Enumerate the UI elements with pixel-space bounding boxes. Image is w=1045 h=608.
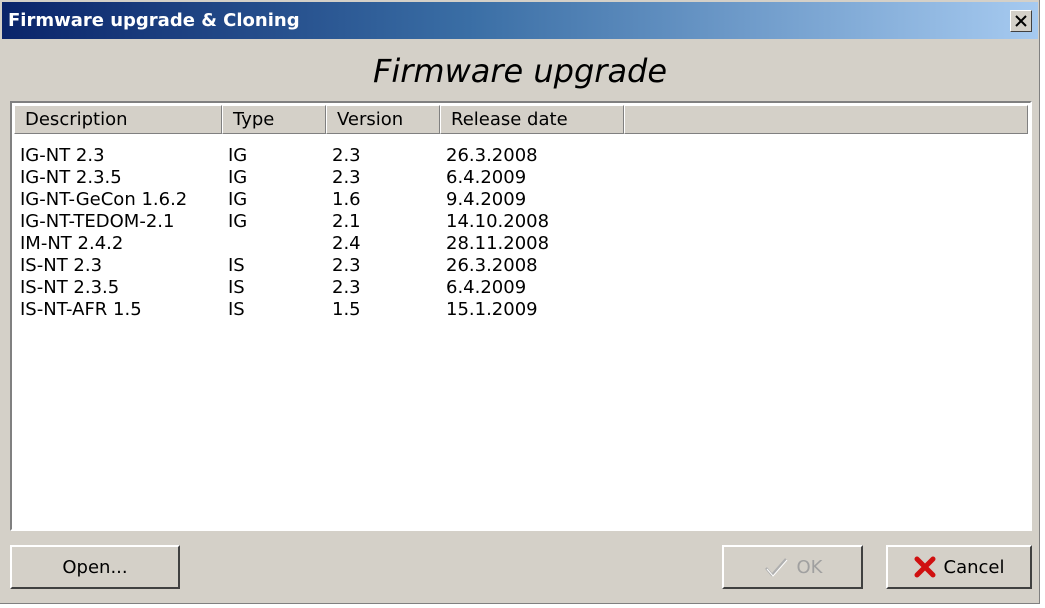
- cell-type: IG: [228, 211, 248, 232]
- cell-type: IG: [228, 167, 248, 188]
- cell-type: IS: [228, 299, 245, 320]
- close-button[interactable]: [1010, 10, 1032, 32]
- cell-release-date: 28.11.2008: [446, 233, 550, 254]
- open-button-label: Open...: [62, 556, 128, 578]
- cell-version: 2.4: [332, 233, 361, 254]
- checkmark-icon: [764, 558, 787, 577]
- cancel-button-label: Cancel: [943, 556, 1005, 578]
- cell-release-date: 14.10.2008: [446, 211, 550, 232]
- cell-version: 2.3: [332, 145, 361, 166]
- cell-description: IM-NT 2.4.2: [20, 233, 124, 254]
- column-header-release-date[interactable]: Release date: [440, 105, 624, 134]
- cell-type: IS: [228, 255, 245, 276]
- red-x-icon: [914, 556, 935, 578]
- cell-release-date: 26.3.2008: [446, 255, 538, 276]
- cell-release-date: 9.4.2009: [446, 189, 527, 210]
- cell-version: 2.3: [332, 167, 361, 188]
- list-header: Description Type Version Release date: [14, 105, 1028, 134]
- list-row[interactable]: IM-NT 2.4.2 2.4 28.11.2008: [20, 233, 620, 255]
- cell-type: IG: [228, 145, 248, 166]
- list-row[interactable]: IG-NT 2.3.5 IG 2.3 6.4.2009: [20, 167, 620, 189]
- ok-button[interactable]: OK: [722, 545, 863, 589]
- cell-description: IG-NT-TEDOM-2.1: [20, 211, 175, 232]
- column-header-type[interactable]: Type: [222, 105, 326, 134]
- cell-release-date: 6.4.2009: [446, 167, 527, 188]
- list-row[interactable]: IS-NT-AFR 1.5 IS 1.5 15.1.2009: [20, 299, 620, 321]
- cell-description: IG-NT 2.3: [20, 145, 105, 166]
- firmware-dialog: Firmware upgrade & Cloning Firmware upgr…: [0, 0, 1040, 604]
- list-rows: IG-NT 2.3 IG 2.3 26.3.2008 IG-NT 2.3.5 I…: [20, 145, 620, 321]
- cell-version: 2.3: [332, 255, 361, 276]
- column-header-description[interactable]: Description: [14, 105, 222, 134]
- cell-version: 1.6: [332, 189, 361, 210]
- cell-type: IG: [228, 189, 248, 210]
- cell-version: 2.3: [332, 277, 361, 298]
- cell-release-date: 26.3.2008: [446, 145, 538, 166]
- cell-description: IS-NT 2.3: [20, 255, 103, 276]
- cell-release-date: 15.1.2009: [446, 299, 538, 320]
- column-header-filler: [624, 105, 1028, 134]
- cell-version: 1.5: [332, 299, 361, 320]
- cell-release-date: 6.4.2009: [446, 277, 527, 298]
- title-bar[interactable]: Firmware upgrade & Cloning: [2, 2, 1038, 39]
- window-title: Firmware upgrade & Cloning: [8, 10, 300, 31]
- list-row[interactable]: IG-NT-GeCon 1.6.2 IG 1.6 9.4.2009: [20, 189, 620, 211]
- ok-button-label: OK: [796, 556, 823, 578]
- page-heading: Firmware upgrade: [372, 52, 668, 90]
- firmware-list[interactable]: Description Type Version Release date IG…: [10, 101, 1032, 531]
- cell-description: IG-NT 2.3.5: [20, 167, 122, 188]
- cell-description: IS-NT 2.3.5: [20, 277, 120, 298]
- list-row[interactable]: IG-NT 2.3 IG 2.3 26.3.2008: [20, 145, 620, 167]
- cell-type: IS: [228, 277, 245, 298]
- cell-description: IG-NT-GeCon 1.6.2: [20, 189, 188, 210]
- cell-description: IS-NT-AFR 1.5: [20, 299, 142, 320]
- list-row[interactable]: IG-NT-TEDOM-2.1 IG 2.1 14.10.2008: [20, 211, 620, 233]
- close-icon: [1015, 15, 1027, 27]
- list-row[interactable]: IS-NT 2.3 IS 2.3 26.3.2008: [20, 255, 620, 277]
- column-header-version[interactable]: Version: [326, 105, 440, 134]
- open-button[interactable]: Open...: [10, 545, 180, 589]
- list-row[interactable]: IS-NT 2.3.5 IS 2.3 6.4.2009: [20, 277, 620, 299]
- cancel-button[interactable]: Cancel: [886, 545, 1032, 589]
- cell-version: 2.1: [332, 211, 361, 232]
